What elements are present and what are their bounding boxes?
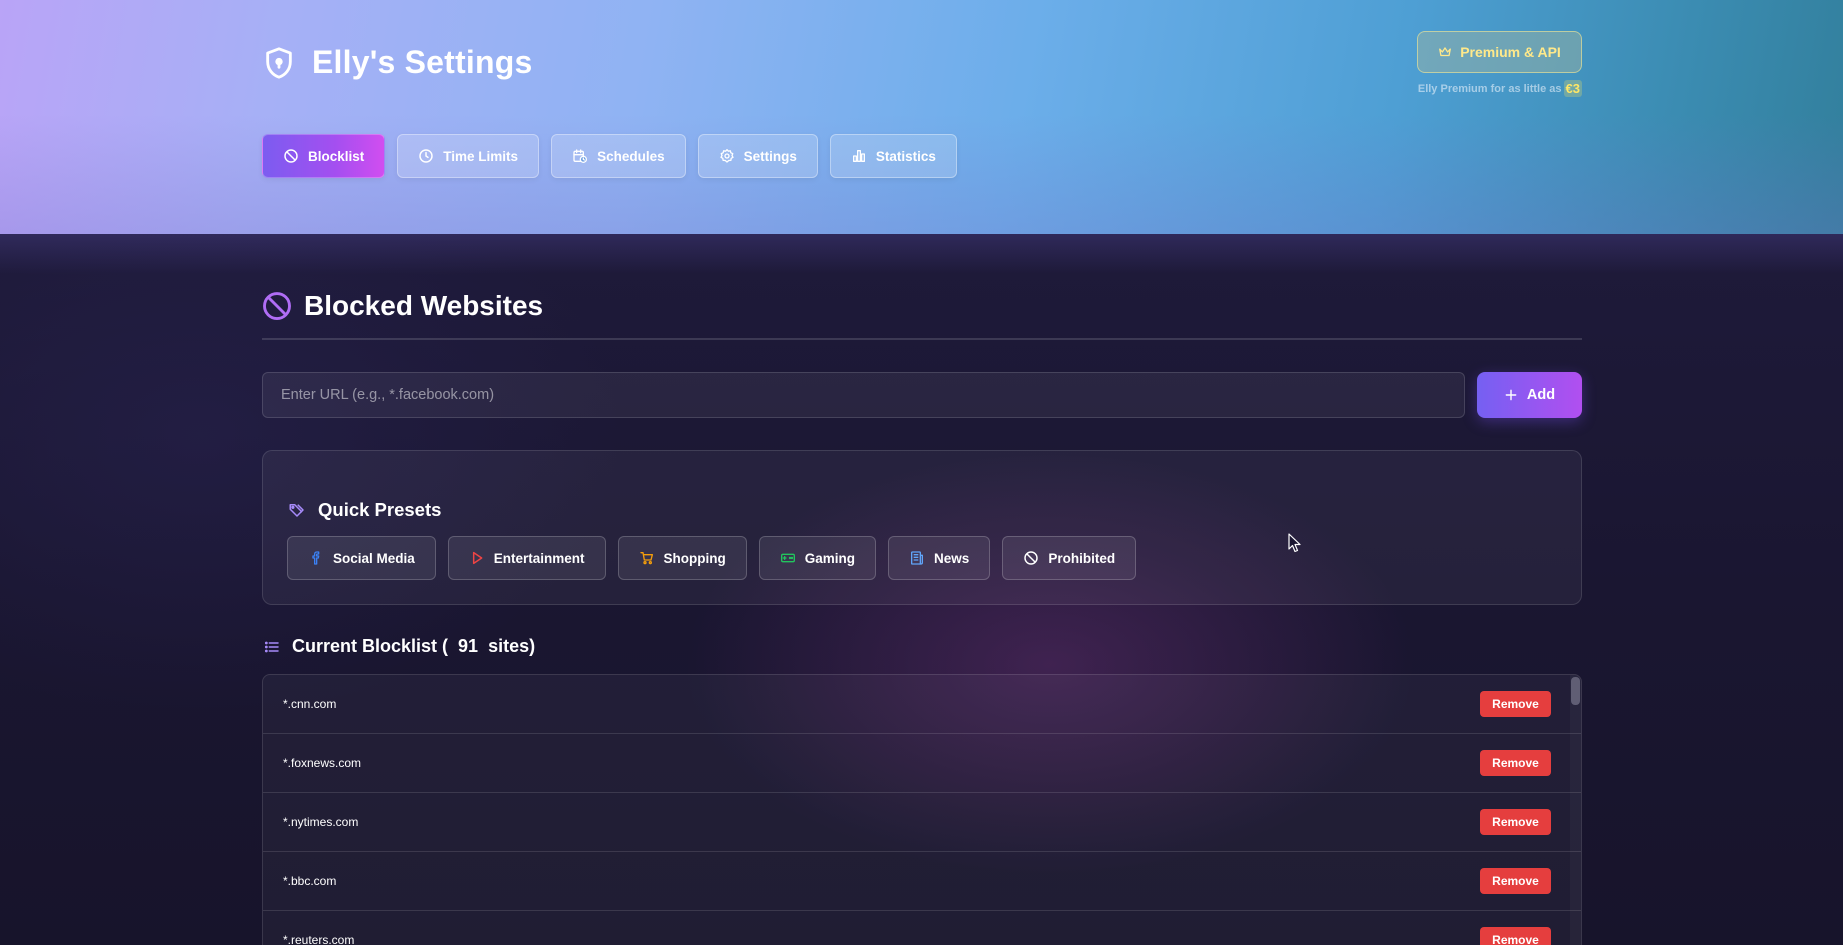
preset-label: News: [934, 550, 970, 566]
tab-label: Blocklist: [308, 148, 365, 164]
premium-note: Elly Premium for as little as €3: [1418, 80, 1582, 97]
scrollbar[interactable]: [1570, 675, 1581, 945]
tab-label: Schedules: [597, 148, 665, 164]
premium-button[interactable]: Premium & API: [1417, 31, 1582, 73]
preset-buttons: Social Media Entertainment Shopping Gami…: [287, 536, 1137, 580]
gear-icon: [719, 149, 734, 163]
url-input[interactable]: [262, 372, 1465, 418]
list-item: *.cnn.com Remove: [263, 675, 1581, 734]
preset-prohibited[interactable]: Prohibited: [1002, 536, 1137, 580]
main-content: Blocked Websites Add Quick Presets Socia…: [0, 234, 1843, 945]
blocklist-title-suffix: sites): [488, 636, 536, 656]
preset-entertainment[interactable]: Entertainment: [447, 536, 606, 580]
page-title: Elly's Settings: [312, 44, 533, 80]
preset-shopping[interactable]: Shopping: [617, 536, 747, 580]
header-container: Elly's Settings Premium & API Elly Premi…: [262, 0, 1582, 234]
preset-label: Gaming: [804, 550, 856, 566]
premium-area: Premium & API Elly Premium for as little…: [1417, 31, 1582, 97]
blocked-url: *.cnn.com: [283, 697, 337, 711]
blocklist-count: 91: [458, 636, 479, 656]
mouse-cursor-icon: [1288, 533, 1301, 553]
ban-icon: [1024, 551, 1039, 565]
remove-button[interactable]: Remove: [1480, 750, 1551, 776]
plus-icon: [1505, 389, 1517, 401]
quick-presets-panel: Quick Presets Social Media Entertainment…: [262, 450, 1582, 605]
premium-note-text: Elly Premium for as little as: [1417, 82, 1562, 95]
blocked-url: *.bbc.com: [283, 874, 337, 888]
clock-icon: [419, 149, 434, 163]
blocklist-title-prefix: Current Blocklist (: [292, 636, 449, 656]
shield-icon: [266, 46, 292, 79]
remove-button[interactable]: Remove: [1480, 809, 1551, 835]
calendar-clock-icon: [573, 149, 588, 163]
add-button-label: Add: [1526, 387, 1556, 403]
list-item: *.foxnews.com Remove: [263, 734, 1581, 793]
preset-news[interactable]: News: [888, 536, 991, 580]
quick-presets-header: Quick Presets: [288, 499, 441, 521]
tab-label: Statistics: [875, 148, 936, 164]
remove-button[interactable]: Remove: [1480, 927, 1551, 945]
add-button[interactable]: Add: [1477, 372, 1582, 418]
newspaper-icon: [911, 551, 924, 565]
blocklist-header: Current Blocklist ( 91 sites): [264, 636, 535, 657]
header-banner: Elly's Settings Premium & API Elly Premi…: [0, 0, 1843, 234]
quick-presets-title: Quick Presets: [318, 499, 442, 520]
tab-statistics[interactable]: Statistics: [829, 134, 957, 178]
preset-label: Shopping: [663, 550, 726, 566]
remove-button[interactable]: Remove: [1480, 691, 1551, 717]
scrollbar-thumb[interactable]: [1571, 677, 1580, 705]
list-item: *.bbc.com Remove: [263, 852, 1581, 911]
tab-label: Time Limits: [443, 148, 519, 164]
blocked-url: *.reuters.com: [283, 933, 355, 945]
bar-chart-icon: [852, 150, 865, 162]
tags-icon: [289, 504, 304, 517]
blocklist-list[interactable]: *.cnn.com Remove *.foxnews.com Remove *.…: [262, 674, 1582, 945]
remove-button[interactable]: Remove: [1480, 868, 1551, 894]
preset-gaming[interactable]: Gaming: [758, 536, 877, 580]
list-icon: [264, 641, 279, 652]
list-item: *.nytimes.com Remove: [263, 793, 1581, 852]
preset-label: Prohibited: [1048, 550, 1116, 566]
blocked-websites-header: Blocked Websites: [262, 290, 543, 322]
tab-settings[interactable]: Settings: [697, 134, 818, 178]
gamepad-icon: [780, 553, 795, 563]
ban-icon: [284, 149, 298, 163]
play-icon: [472, 551, 483, 565]
crown-icon: [1439, 47, 1452, 57]
preset-label: Social Media: [333, 550, 415, 566]
preset-label: Entertainment: [493, 550, 585, 566]
blocked-url: *.nytimes.com: [283, 815, 359, 829]
facebook-icon: [312, 551, 320, 565]
cart-icon: [639, 552, 653, 565]
tab-blocklist[interactable]: Blocklist: [262, 134, 386, 178]
preset-social-media[interactable]: Social Media: [287, 536, 436, 580]
premium-button-label: Premium & API: [1460, 44, 1561, 60]
section-divider: [262, 338, 1582, 340]
tab-time-limits[interactable]: Time Limits: [397, 134, 540, 178]
premium-price: €3: [1563, 80, 1582, 97]
ban-icon: [263, 292, 291, 320]
blocklist-title: Current Blocklist ( 91 sites): [292, 636, 535, 657]
blocked-url: *.foxnews.com: [283, 756, 362, 770]
tab-label: Settings: [743, 148, 797, 164]
brand: Elly's Settings: [262, 44, 532, 81]
tab-bar: Blocklist Time Limits Schedules Settings…: [262, 134, 957, 178]
list-item: *.reuters.com Remove: [263, 911, 1581, 945]
section-title: Blocked Websites: [304, 290, 544, 321]
tab-schedules[interactable]: Schedules: [551, 134, 686, 178]
